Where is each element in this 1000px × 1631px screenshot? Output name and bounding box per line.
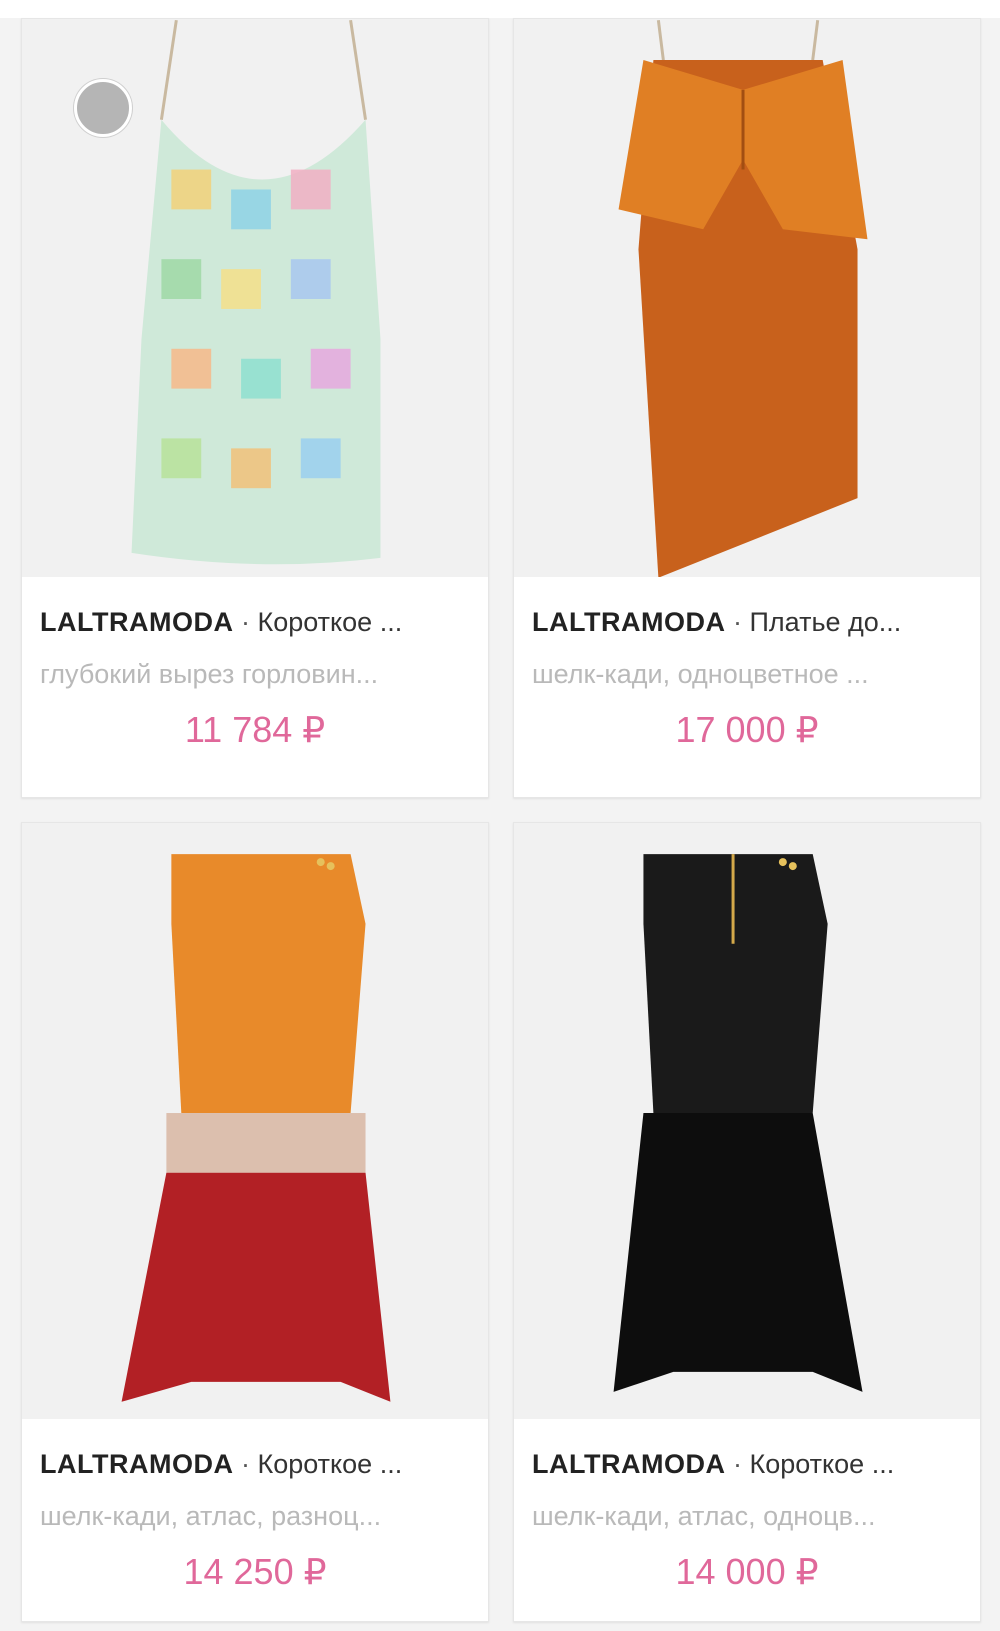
dress-image [514, 824, 980, 1420]
product-name: Короткое ... [257, 1449, 403, 1479]
product-card[interactable]: LALTRAMODA · Короткое ... шелк-кади, атл… [21, 822, 489, 1622]
product-description: шелк-кади, одноцветное ... [532, 659, 869, 689]
product-info[interactable]: LALTRAMODA · Короткое ... шелк-кади, атл… [514, 1419, 980, 1621]
brand-name: LALTRAMODA [40, 607, 234, 637]
product-card[interactable]: LALTRAMODA · Короткое ... глубокий вырез… [21, 18, 489, 798]
product-image[interactable] [22, 823, 488, 1421]
product-image[interactable] [514, 823, 980, 1421]
product-description: глубокий вырез горловин... [40, 659, 379, 689]
product-info[interactable]: LALTRAMODA · Короткое ... глубокий вырез… [22, 577, 488, 797]
product-price: 14 000 ₽ [675, 1551, 819, 1592]
brand-name: LALTRAMODA [40, 1449, 234, 1479]
product-info[interactable]: LALTRAMODA · Короткое ... шелк-кади, атл… [22, 1419, 488, 1621]
product-image[interactable] [514, 19, 980, 579]
product-name: Платье до... [749, 607, 902, 637]
product-description: шелк-кади, атлас, одноцв... [532, 1501, 876, 1531]
brand-name: LALTRAMODA [532, 607, 726, 637]
product-title[interactable]: LALTRAMODA · Короткое ... [532, 1449, 962, 1480]
product-title[interactable]: LALTRAMODA · Платье до... [532, 607, 962, 638]
title-separator: · [732, 1449, 742, 1479]
top-strip [0, 0, 1000, 18]
product-card[interactable]: LALTRAMODA · Платье до... шелк-кади, одн… [513, 18, 981, 798]
product-name: Короткое ... [257, 607, 403, 637]
product-price: 14 250 ₽ [183, 1551, 327, 1592]
product-info[interactable]: LALTRAMODA · Платье до... шелк-кади, одн… [514, 577, 980, 797]
brand-name: LALTRAMODA [532, 1449, 726, 1479]
title-separator: · [240, 1449, 250, 1479]
dress-image [22, 824, 488, 1420]
product-description: шелк-кади, атлас, разноц... [40, 1501, 382, 1531]
product-title[interactable]: LALTRAMODA · Короткое ... [40, 1449, 470, 1480]
product-grid: LALTRAMODA · Короткое ... глубокий вырез… [0, 0, 1000, 1631]
select-toggle[interactable] [74, 79, 132, 137]
title-separator: · [240, 607, 250, 637]
product-price: 17 000 ₽ [675, 709, 819, 750]
product-title[interactable]: LALTRAMODA · Короткое ... [40, 607, 470, 638]
product-name: Короткое ... [749, 1449, 895, 1479]
title-separator: · [732, 607, 742, 637]
product-card[interactable]: LALTRAMODA · Короткое ... шелк-кади, атл… [513, 822, 981, 1622]
dress-image [514, 20, 980, 578]
product-price: 11 784 ₽ [184, 709, 326, 750]
